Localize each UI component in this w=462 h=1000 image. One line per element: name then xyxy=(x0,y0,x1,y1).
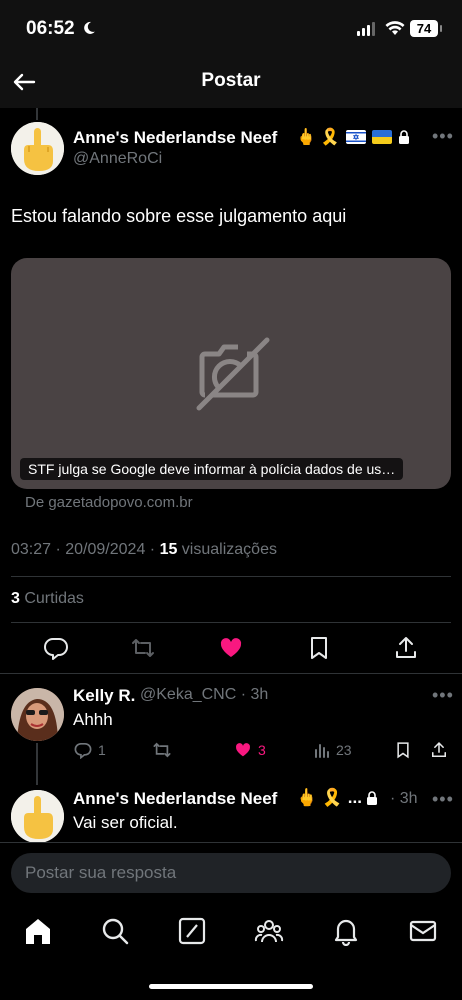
reply-repost-button[interactable] xyxy=(152,740,172,760)
like-count: 3 xyxy=(258,742,266,758)
page-title: Postar xyxy=(201,70,261,91)
author-handle[interactable]: @AnneRoCi xyxy=(73,150,162,168)
divider xyxy=(0,673,462,674)
share-icon xyxy=(432,741,446,757)
avatar[interactable] xyxy=(11,688,64,741)
views-count: 23 xyxy=(336,742,352,758)
views-count: 15 xyxy=(159,541,178,558)
reply-views-button[interactable]: 23 xyxy=(314,740,352,760)
battery-indicator: 74 xyxy=(410,20,442,37)
messages-icon[interactable] xyxy=(408,916,438,946)
image-unavailable-icon xyxy=(196,337,270,411)
communities-icon[interactable] xyxy=(254,916,284,946)
likes-label: Curtidas xyxy=(19,590,84,607)
israel-flag-icon xyxy=(346,130,367,144)
reply-text: Vai ser oficial. xyxy=(73,813,178,832)
divider xyxy=(11,622,451,623)
author-name[interactable]: Anne's Nederlandse Neef xyxy=(73,128,277,148)
avatar[interactable] xyxy=(11,122,64,175)
repost-icon xyxy=(153,742,171,758)
reply-share-button[interactable] xyxy=(430,740,448,760)
emoji-badges: 🖕 🎗️ ... xyxy=(296,788,362,807)
reply-input[interactable] xyxy=(11,853,451,893)
like-icon xyxy=(235,743,251,757)
bookmark-icon xyxy=(397,742,409,759)
lock-icon xyxy=(366,791,377,805)
reply-author-handle[interactable]: @Keka_CNC · 3h xyxy=(140,686,268,704)
views-icon xyxy=(315,744,329,758)
link-card[interactable]: STF julga se Google deve informar à polí… xyxy=(11,258,451,489)
more-options-icon[interactable]: ••• xyxy=(432,126,454,147)
reply-count: 1 xyxy=(98,742,106,758)
post-text: Estou falando sobre esse julgamento aqui xyxy=(11,206,347,226)
status-bar: 06:52 74 xyxy=(0,0,462,56)
grok-icon[interactable] xyxy=(177,916,207,946)
reply-text: Ahhh xyxy=(73,710,113,729)
like-icon[interactable] xyxy=(218,635,244,661)
views-label: visualizações xyxy=(177,541,277,558)
thread-line xyxy=(36,108,38,120)
reply-author-name[interactable]: Kelly R. xyxy=(73,686,135,706)
link-card-source[interactable]: De gazetadopovo.com.br xyxy=(25,494,193,511)
middle-finger-avatar-icon xyxy=(11,790,64,843)
thread-line xyxy=(36,743,38,785)
divider xyxy=(11,576,451,577)
likes-count: 3 xyxy=(11,590,20,607)
emoji-badges: 🖕 🎗️ xyxy=(296,129,341,146)
notifications-icon[interactable] xyxy=(331,916,361,946)
share-icon[interactable] xyxy=(393,635,419,661)
author-badges: 🖕 🎗️ ... xyxy=(296,788,378,808)
post-meta: 03:27 · 20/09/2024 · 15 visualizações xyxy=(11,541,277,559)
ukraine-flag-icon xyxy=(372,130,393,144)
post-timestamp: 03:27 · 20/09/2024 · xyxy=(11,541,160,558)
reply-bookmark-button[interactable] xyxy=(394,740,412,760)
reply-author-name[interactable]: Anne's Nederlandse Neef xyxy=(73,789,277,809)
lock-icon xyxy=(399,130,410,144)
author-badges: 🖕 🎗️ xyxy=(296,127,410,147)
more-options-icon[interactable]: ••• xyxy=(432,789,454,810)
middle-finger-avatar-icon xyxy=(11,122,64,175)
likes-summary[interactable]: 3 Curtidas xyxy=(11,590,84,608)
link-card-title: STF julga se Google deve informar à polí… xyxy=(20,458,404,480)
home-icon[interactable] xyxy=(23,916,53,946)
reply-time: · 3h xyxy=(390,790,418,807)
repost-icon[interactable] xyxy=(130,635,156,661)
home-indicator xyxy=(149,984,313,989)
page-header: Postar xyxy=(0,56,462,108)
bookmark-icon[interactable] xyxy=(306,635,332,661)
signal-icon xyxy=(357,22,375,36)
reply-icon xyxy=(74,742,92,759)
moon-icon xyxy=(84,21,95,34)
reply-composer xyxy=(0,842,462,902)
reply-reply-button[interactable]: 1 xyxy=(74,740,106,760)
wifi-icon xyxy=(385,21,405,35)
status-time: 06:52 xyxy=(26,18,75,39)
reply-icon[interactable] xyxy=(43,635,69,661)
search-icon[interactable] xyxy=(100,916,130,946)
reply-like-button[interactable]: 3 xyxy=(234,740,266,760)
user-photo-avatar xyxy=(11,688,64,741)
avatar[interactable] xyxy=(11,790,64,843)
more-options-icon[interactable]: ••• xyxy=(432,685,454,706)
